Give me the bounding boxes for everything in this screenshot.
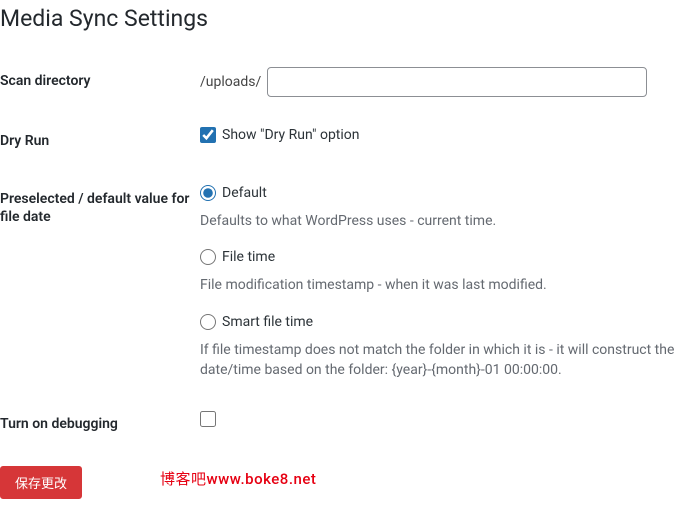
save-changes-button[interactable]: 保存更改: [0, 466, 82, 499]
file-date-option-filetime-label-wrap[interactable]: File time: [200, 249, 275, 265]
row-file-date: Preselected / default value for file dat…: [0, 170, 691, 395]
file-date-radio-default[interactable]: [200, 185, 216, 201]
file-date-option-filetime-label: File time: [222, 249, 275, 265]
scan-directory-field-wrap: /uploads/: [200, 67, 681, 97]
file-date-radio-smart[interactable]: [200, 314, 216, 330]
dry-run-checkbox[interactable]: [200, 127, 216, 143]
file-date-option-smart: Smart file time: [200, 314, 681, 334]
settings-wrap: Media Sync Settings Scan directory /uplo…: [0, 5, 691, 519]
settings-form-table: Scan directory /uploads/ Dry Run Show "D…: [0, 52, 691, 454]
row-dry-run: Dry Run Show "Dry Run" option: [0, 112, 691, 170]
row-debugging: Turn on debugging: [0, 395, 691, 453]
scan-directory-prefix: /uploads/: [200, 74, 261, 90]
file-date-option-filetime: File time: [200, 249, 681, 269]
label-file-date: Preselected / default value for file dat…: [0, 170, 200, 395]
file-date-option-default-label: Default: [222, 185, 267, 201]
file-date-option-default-label-wrap[interactable]: Default: [200, 185, 267, 201]
dry-run-option[interactable]: Show "Dry Run" option: [200, 127, 360, 143]
file-date-option-smart-label: Smart file time: [222, 314, 313, 330]
label-dry-run: Dry Run: [0, 112, 200, 170]
file-date-option-default-desc: Defaults to what WordPress uses - curren…: [200, 211, 681, 231]
file-date-radio-group: Default Defaults to what WordPress uses …: [200, 185, 681, 380]
file-date-option-smart-desc: If file timestamp does not match the fol…: [200, 340, 681, 381]
file-date-option-default: Default: [200, 185, 681, 205]
debugging-checkbox[interactable]: [200, 411, 216, 427]
file-date-option-smart-label-wrap[interactable]: Smart file time: [200, 314, 313, 330]
label-scan-directory: Scan directory: [0, 52, 200, 112]
scan-directory-input[interactable]: [267, 67, 647, 97]
label-debugging: Turn on debugging: [0, 395, 200, 453]
row-scan-directory: Scan directory /uploads/: [0, 52, 691, 112]
dry-run-checkbox-label: Show "Dry Run" option: [222, 127, 360, 143]
file-date-option-filetime-desc: File modification timestamp - when it wa…: [200, 275, 681, 295]
page-title: Media Sync Settings: [0, 5, 691, 32]
file-date-radio-filetime[interactable]: [200, 249, 216, 265]
submit-row: 保存更改: [0, 466, 691, 499]
